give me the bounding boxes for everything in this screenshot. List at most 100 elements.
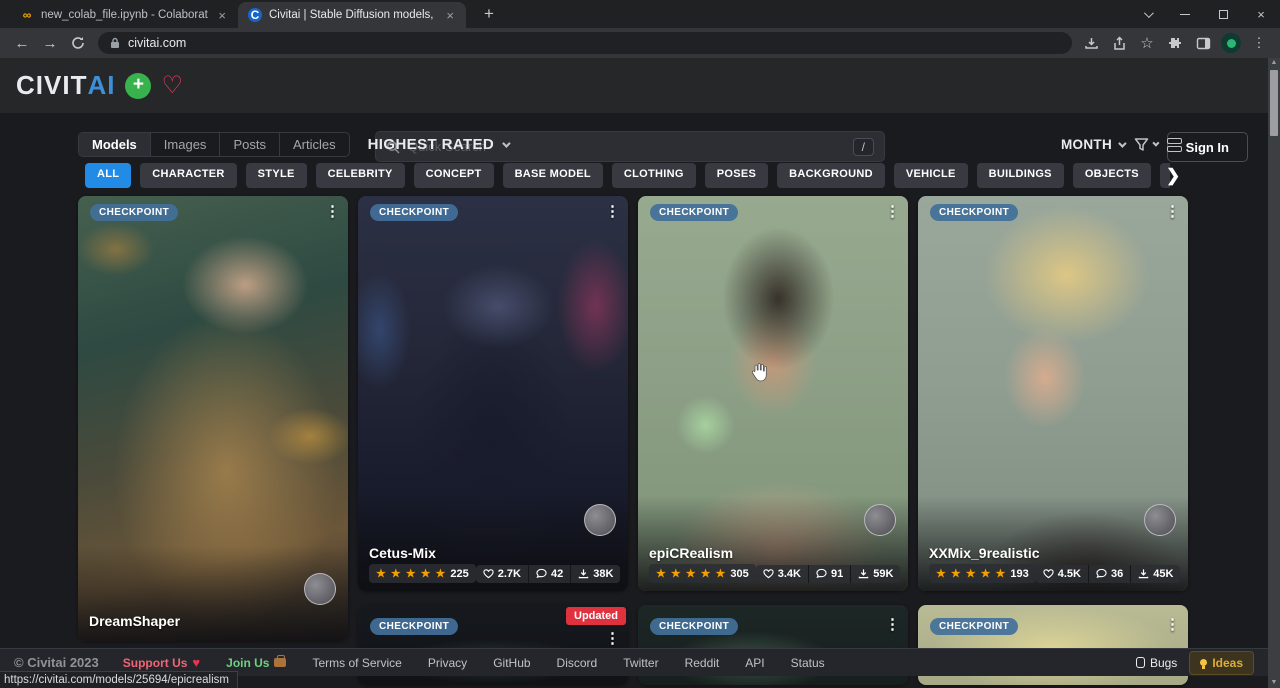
model-card-epicrealism[interactable]: CHECKPOINT ⋮ epiCRealism ★★★★★ 305 3.4K … xyxy=(638,196,908,591)
side-panel-icon[interactable] xyxy=(1190,30,1216,56)
browser-toolbar: ← → civitai.com ☆ ⋮ xyxy=(0,28,1280,58)
footer-link-support-us[interactable]: Support Us ♥ xyxy=(123,655,200,670)
heart-icon xyxy=(763,568,774,579)
chip-clothing[interactable]: CLOTHING xyxy=(612,163,696,188)
model-card-cetus-mix[interactable]: CHECKPOINT ⋮ Cetus-Mix ★★★★★ 225 2.7K 42 xyxy=(358,196,628,591)
footer-link-twitter[interactable]: Twitter xyxy=(623,656,658,670)
create-plus-button[interactable]: + xyxy=(125,73,151,99)
heart-icon xyxy=(1043,568,1054,579)
scrollbar-thumb[interactable] xyxy=(1270,70,1278,136)
star-icon: ★ xyxy=(981,567,992,580)
reload-icon[interactable] xyxy=(64,30,92,56)
favorites-heart-icon[interactable]: ♡ xyxy=(161,74,183,98)
close-icon[interactable]: × xyxy=(216,8,228,23)
chip-celebrity[interactable]: CELEBRITY xyxy=(316,163,405,188)
rating-count: 225 xyxy=(450,568,468,580)
extensions-puzzle-icon[interactable] xyxy=(1162,30,1188,56)
back-icon[interactable]: ← xyxy=(8,30,36,56)
creator-avatar[interactable] xyxy=(584,504,616,536)
model-type-badge: CHECKPOINT xyxy=(90,204,178,221)
chip-background[interactable]: BACKGROUND xyxy=(777,163,885,188)
layout-toggle-button[interactable] xyxy=(1167,138,1182,152)
footer-link-privacy[interactable]: Privacy xyxy=(428,656,467,670)
close-window-button[interactable]: × xyxy=(1242,0,1280,28)
card-menu-dots-icon[interactable]: ⋮ xyxy=(605,202,620,220)
copyright-text: © Civitai 2023 xyxy=(14,655,99,670)
chevron-down-icon xyxy=(1118,139,1126,147)
comments-count: 36 xyxy=(1111,568,1123,580)
card-menu-dots-icon[interactable]: ⋮ xyxy=(1165,202,1180,220)
minimize-button[interactable] xyxy=(1166,0,1204,28)
profile-avatar[interactable] xyxy=(1218,30,1244,56)
creator-avatar[interactable] xyxy=(1144,504,1176,536)
tab-search-chevron-icon[interactable] xyxy=(1128,0,1166,28)
footer-link-status[interactable]: Status xyxy=(791,656,825,670)
rating-count: 193 xyxy=(1010,568,1028,580)
browser-tab-civitai[interactable]: C Civitai | Stable Diffusion models, × xyxy=(238,2,466,28)
ideas-button[interactable]: Ideas xyxy=(1189,651,1254,675)
creator-avatar[interactable] xyxy=(864,504,896,536)
likes-pill: 4.5K xyxy=(1036,565,1088,583)
footer-link-github[interactable]: GitHub xyxy=(493,656,530,670)
footer-link-join-us[interactable]: Join Us xyxy=(226,656,286,670)
card-menu-dots-icon[interactable]: ⋮ xyxy=(1165,615,1180,633)
card-menu-dots-icon[interactable]: ⋮ xyxy=(325,202,340,220)
card-menu-dots-icon[interactable]: ⋮ xyxy=(885,202,900,220)
model-card-dreamshaper[interactable]: CHECKPOINT ⋮ DreamShaper xyxy=(78,196,348,641)
browser-tab-colab[interactable]: ∞ new_colab_file.ipynb - Colaborat × xyxy=(10,2,238,28)
filter-funnel-button[interactable] xyxy=(1134,137,1157,152)
download-icon[interactable] xyxy=(1078,30,1104,56)
page-scrollbar[interactable]: ▲ ▼ xyxy=(1268,58,1280,688)
chip-poses[interactable]: POSES xyxy=(705,163,768,188)
downloads-pill: 45K xyxy=(1130,565,1180,583)
comments-pill: 36 xyxy=(1088,565,1130,583)
chip-all[interactable]: ALL xyxy=(85,163,131,188)
chip-buildings[interactable]: BUILDINGS xyxy=(977,163,1064,188)
chip-style[interactable]: STYLE xyxy=(246,163,307,188)
tab-articles[interactable]: Articles xyxy=(280,133,349,156)
chip-vehicle[interactable]: VEHICLE xyxy=(894,163,968,188)
footer-link-api[interactable]: API xyxy=(745,656,764,670)
browser-tabstrip: ∞ new_colab_file.ipynb - Colaborat × C C… xyxy=(0,0,1280,28)
model-card-xxmix-9realistic[interactable]: CHECKPOINT ⋮ XXMix_9realistic ★★★★★ 193 … xyxy=(918,196,1188,591)
updated-badge: Updated xyxy=(566,607,626,625)
forward-icon[interactable]: → xyxy=(36,30,64,56)
chips-scroll-right-icon[interactable]: ❯ xyxy=(1166,166,1180,186)
bugs-button[interactable]: Bugs xyxy=(1136,656,1177,670)
chip-character[interactable]: CHARACTER xyxy=(140,163,236,188)
model-type-badge: CHECKPOINT xyxy=(370,618,458,635)
chip-concept[interactable]: CONCEPT xyxy=(414,163,494,188)
close-icon[interactable]: × xyxy=(444,8,456,23)
card-menu-dots-icon[interactable]: ⋮ xyxy=(885,615,900,633)
scroll-up-icon[interactable]: ▲ xyxy=(1271,58,1278,68)
civitai-logo[interactable]: CIVITAI xyxy=(16,70,115,101)
creator-avatar[interactable] xyxy=(304,573,336,605)
tab-models[interactable]: Models xyxy=(79,133,151,156)
chip-base-model[interactable]: BASE MODEL xyxy=(503,163,603,188)
scroll-down-icon[interactable]: ▼ xyxy=(1271,678,1278,688)
tab-images[interactable]: Images xyxy=(151,133,221,156)
bookmark-star-icon[interactable]: ☆ xyxy=(1134,30,1160,56)
sort-dropdown[interactable]: HIGHEST RATED xyxy=(368,136,509,153)
download-icon xyxy=(1138,568,1149,579)
star-icon: ★ xyxy=(701,567,712,580)
rating-pill: ★★★★★ 225 xyxy=(369,564,476,583)
card-menu-dots-icon[interactable]: ⋮ xyxy=(605,629,620,647)
comment-icon xyxy=(1096,568,1107,579)
browser-menu-icon[interactable]: ⋮ xyxy=(1246,30,1272,56)
mouse-cursor-hand xyxy=(750,362,767,388)
maximize-button[interactable] xyxy=(1204,0,1242,28)
period-dropdown[interactable]: MONTH xyxy=(1061,137,1124,152)
toolbar-actions: ☆ ⋮ xyxy=(1078,30,1272,56)
footer-link-terms[interactable]: Terms of Service xyxy=(312,656,401,670)
new-tab-button[interactable]: + xyxy=(478,4,500,24)
chip-objects[interactable]: OBJECTS xyxy=(1073,163,1151,188)
footer-link-reddit[interactable]: Reddit xyxy=(685,656,720,670)
star-icon: ★ xyxy=(716,567,727,580)
share-icon[interactable] xyxy=(1106,30,1132,56)
downloads-pill: 59K xyxy=(850,565,900,583)
address-bar[interactable]: civitai.com xyxy=(98,32,1072,54)
tab-posts[interactable]: Posts xyxy=(220,133,280,156)
category-chips: ALL CHARACTER STYLE CELEBRITY CONCEPT BA… xyxy=(85,163,1170,188)
footer-link-discord[interactable]: Discord xyxy=(557,656,598,670)
